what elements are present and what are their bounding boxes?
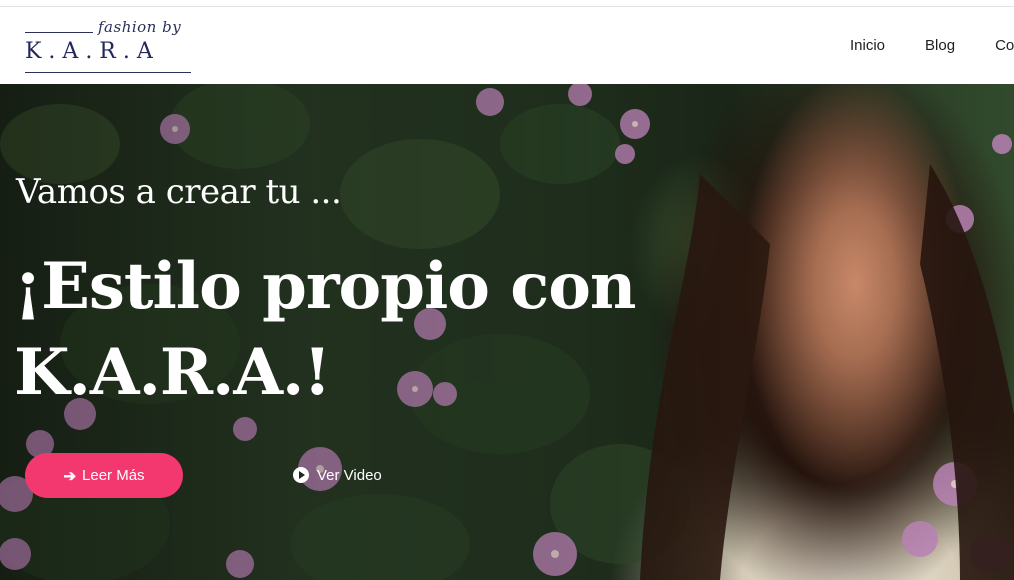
watch-video-button[interactable]: Ver Video xyxy=(293,463,382,487)
read-more-button[interactable]: ➔ Leer Más xyxy=(25,453,183,498)
logo-line-top xyxy=(25,32,93,33)
logo-line-bottom xyxy=(25,72,191,73)
site-logo[interactable]: fashion by K.A.R.A xyxy=(24,17,194,77)
site-header: fashion by K.A.R.A Inicio Blog Contacto xyxy=(0,7,1014,84)
logo-brand-text: K.A.R.A xyxy=(25,39,160,64)
play-circle-icon xyxy=(293,467,309,483)
watch-video-label: Ver Video xyxy=(317,466,382,484)
nav-item-blog[interactable]: Blog xyxy=(925,37,955,54)
hero-banner: Vamos a crear tu ... ¡Estilo propio con … xyxy=(0,84,1014,580)
arrow-right-icon: ➔ xyxy=(63,467,77,485)
hero-subtitle: Vamos a crear tu ... xyxy=(16,172,342,212)
read-more-label: Leer Más xyxy=(82,467,145,484)
nav-item-contacto[interactable]: Contacto xyxy=(995,37,1014,54)
hero-headline: ¡Estilo propio con K.A.R.A.! xyxy=(14,249,636,410)
main-nav: Inicio Blog Contacto xyxy=(850,7,1014,84)
nav-item-inicio[interactable]: Inicio xyxy=(850,37,885,54)
logo-script-text: fashion by xyxy=(98,18,182,36)
